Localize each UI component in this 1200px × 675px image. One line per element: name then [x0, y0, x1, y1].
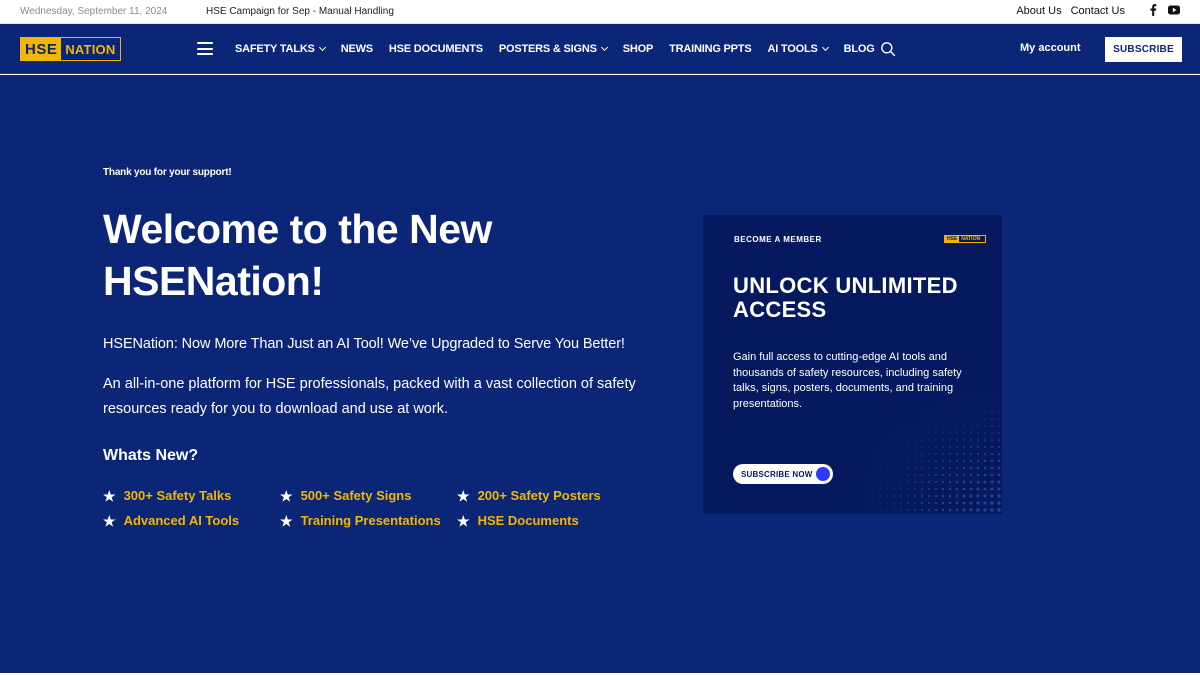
- main-nav: SAFETY TALKS NEWS HSE DOCUMENTS POSTERS …: [235, 24, 875, 74]
- nav-training-ppts[interactable]: TRAINING PPTS: [669, 43, 752, 55]
- current-date: Wednesday, September 11, 2024: [20, 6, 168, 17]
- hero-section: Thank you for your support! Welcome to t…: [0, 75, 1200, 673]
- subscribe-button[interactable]: SUBSCRIBE: [1105, 37, 1182, 62]
- news-ticker[interactable]: HSE Campaign for Sep - Manual Handling: [206, 6, 394, 17]
- top-bar: Wednesday, September 11, 2024 HSE Campai…: [0, 0, 1200, 24]
- feature-label: 500+ Safety Signs: [300, 488, 412, 503]
- feature-safety-posters[interactable]: ★ 200+ Safety Posters: [457, 488, 637, 503]
- feature-hse-documents[interactable]: ★ HSE Documents: [457, 513, 637, 528]
- feature-safety-signs[interactable]: ★ 500+ Safety Signs: [280, 488, 457, 503]
- star-icon: ★: [280, 512, 293, 529]
- facebook-icon[interactable]: [1149, 4, 1157, 16]
- button-dot-icon: [816, 467, 830, 481]
- chevron-down-icon: [318, 43, 326, 52]
- nav-label: SAFETY TALKS: [235, 43, 315, 55]
- hero-description: An all-in-one platform for HSE professio…: [103, 376, 636, 417]
- nav-label: BLOG: [843, 43, 875, 55]
- nav-label: SHOP: [622, 43, 654, 55]
- nav-ai-tools[interactable]: AI TOOLS: [767, 43, 829, 55]
- feature-label: 200+ Safety Posters: [477, 488, 601, 503]
- menu-icon[interactable]: [197, 42, 213, 55]
- youtube-icon[interactable]: [1168, 5, 1180, 15]
- feature-training-presentations[interactable]: ★ Training Presentations: [280, 513, 457, 528]
- nav-posters-signs[interactable]: POSTERS & SIGNS: [498, 43, 608, 55]
- nav-label: TRAINING PPTS: [669, 43, 752, 55]
- nav-shop[interactable]: SHOP: [622, 43, 654, 55]
- social-links: [1149, 4, 1180, 16]
- star-icon: ★: [280, 487, 293, 504]
- feature-label: Advanced AI Tools: [123, 513, 240, 528]
- card-logo-nation: NATION: [961, 236, 981, 242]
- become-member-label: BECOME A MEMBER: [734, 235, 822, 244]
- star-icon: ★: [457, 487, 470, 504]
- search-icon[interactable]: [880, 41, 896, 57]
- card-headline: UNLOCK UNLIMITED ACCESS: [733, 273, 958, 322]
- subscribe-now-label: SUBSCRIBE NOW: [741, 469, 813, 479]
- feature-ai-tools[interactable]: ★ Advanced AI Tools: [103, 513, 280, 528]
- card-logo: HSE NATION: [944, 235, 986, 243]
- main-header: HSE NATION SAFETY TALKS NEWS HSE DOCUMEN…: [0, 24, 1200, 74]
- top-links: About Us Contact Us: [1016, 5, 1125, 17]
- dot-pattern: [865, 397, 1001, 512]
- logo-hse: HSE: [21, 38, 62, 60]
- nav-label: NEWS: [340, 43, 373, 55]
- feature-safety-talks[interactable]: ★ 300+ Safety Talks: [103, 488, 280, 503]
- thanks-text: Thank you for your support!: [103, 167, 232, 178]
- feature-label: Training Presentations: [300, 513, 441, 528]
- logo-nation: NATION: [65, 41, 116, 57]
- nav-safety-talks[interactable]: SAFETY TALKS: [235, 43, 326, 55]
- nav-news[interactable]: NEWS: [341, 43, 373, 55]
- nav-label: POSTERS & SIGNS: [498, 43, 597, 55]
- subscribe-now-button[interactable]: SUBSCRIBE NOW: [733, 464, 833, 484]
- my-account-link[interactable]: My account: [1020, 42, 1081, 54]
- membership-card[interactable]: BECOME A MEMBER HSE NATION UNLOCK UNLIMI…: [703, 215, 1002, 514]
- star-icon: ★: [103, 512, 116, 529]
- star-icon: ★: [457, 512, 470, 529]
- feature-label: HSE Documents: [477, 513, 579, 528]
- chevron-down-icon: [821, 43, 829, 52]
- page-title: Welcome to the New HSENation!: [103, 206, 492, 304]
- card-logo-hse: HSE: [945, 236, 960, 242]
- star-icon: ★: [103, 487, 116, 504]
- whats-new-heading: Whats New?: [103, 447, 199, 464]
- site-logo[interactable]: HSE NATION: [20, 37, 121, 61]
- card-description: Gain full access to cutting-edge AI tool…: [733, 351, 962, 410]
- contact-us-link[interactable]: Contact Us: [1071, 5, 1125, 17]
- about-us-link[interactable]: About Us: [1016, 5, 1061, 17]
- nav-hse-documents[interactable]: HSE DOCUMENTS: [389, 43, 483, 55]
- nav-label: AI TOOLS: [767, 43, 818, 55]
- nav-label: HSE DOCUMENTS: [388, 43, 483, 55]
- feature-label: 300+ Safety Talks: [123, 488, 232, 503]
- nav-blog[interactable]: BLOG: [844, 43, 875, 55]
- chevron-down-icon: [600, 43, 608, 52]
- features-list: ★ 300+ Safety Talks ★ 500+ Safety Signs ★ 2…: [103, 488, 643, 528]
- hero-subtitle: HSENation: Now More Than Just an AI Tool…: [103, 336, 625, 352]
